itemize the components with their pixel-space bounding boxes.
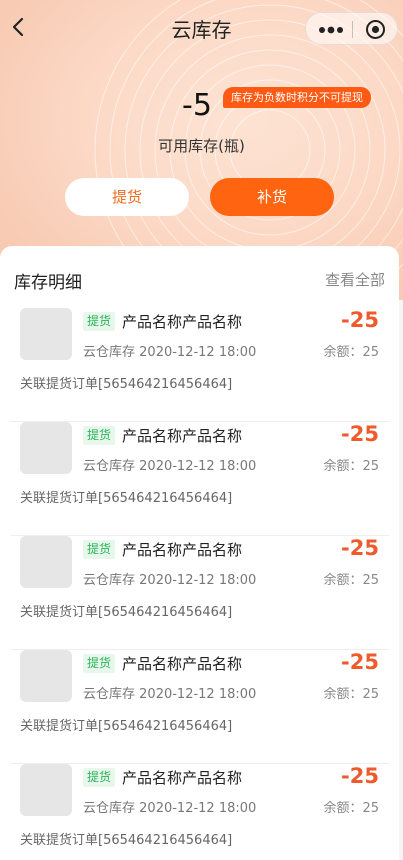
available-stock-label: 可用库存(瓶): [158, 137, 245, 155]
product-thumbnail: [20, 536, 72, 588]
record-amount: -25: [341, 422, 379, 446]
more-dots-icon[interactable]: [318, 22, 344, 36]
navigation-bar: 云库存: [0, 0, 403, 54]
record-time: 2020-12-12 18:00: [139, 459, 257, 474]
type-tag: 提货: [83, 312, 116, 331]
record-balance: 余额：25: [323, 683, 379, 702]
record-source: 云仓库存: [83, 459, 136, 474]
product-name: 产品名称产品名称: [122, 655, 243, 673]
balance-label: 余额：: [323, 687, 363, 702]
record-source: 云仓库存: [83, 573, 136, 588]
list-item[interactable]: 提货 产品名称产品名称 云仓库存 2020-12-12 18:00 -25 余额…: [10, 422, 389, 536]
balance-label: 余额：: [323, 801, 363, 816]
balance-value: 25: [362, 801, 379, 816]
product-thumbnail: [20, 764, 72, 816]
available-stock-value: -5: [182, 88, 212, 123]
product-thumbnail: [20, 308, 72, 360]
record-source: 云仓库存: [83, 801, 136, 816]
type-tag: 提货: [83, 540, 116, 559]
record-amount: -25: [341, 308, 379, 332]
linked-order: 关联提货订单[565464216456464]: [20, 833, 233, 848]
product-name: 产品名称产品名称: [122, 427, 243, 445]
record-source: 云仓库存: [83, 687, 136, 702]
type-tag: 提货: [83, 426, 116, 445]
linked-order: 关联提货订单[565464216456464]: [20, 605, 233, 620]
record-meta: 云仓库存 2020-12-12 18:00: [83, 341, 256, 360]
balance-value: 25: [362, 345, 379, 360]
list-item[interactable]: 提货 产品名称产品名称 云仓库存 2020-12-12 18:00 -25 余额…: [10, 308, 389, 422]
negative-stock-tip: 库存为负数时积分不可提现: [223, 87, 371, 108]
capsule-divider: [352, 21, 353, 38]
balance-value: 25: [362, 459, 379, 474]
record-meta: 云仓库存 2020-12-12 18:00: [83, 683, 256, 702]
details-title: 库存明细: [14, 273, 82, 293]
record-meta: 云仓库存 2020-12-12 18:00: [83, 797, 256, 816]
record-meta: 云仓库存 2020-12-12 18:00: [83, 455, 256, 474]
record-time: 2020-12-12 18:00: [139, 801, 257, 816]
type-tag: 提货: [83, 768, 116, 787]
record-meta: 云仓库存 2020-12-12 18:00: [83, 569, 256, 588]
linked-order: 关联提货订单[565464216456464]: [20, 377, 233, 392]
product-name: 产品名称产品名称: [122, 541, 243, 559]
balance-value: 25: [362, 573, 379, 588]
product-thumbnail: [20, 422, 72, 474]
list-item[interactable]: 提货 产品名称产品名称 云仓库存 2020-12-12 18:00 -25 余额…: [10, 536, 389, 650]
record-balance: 余额：25: [323, 569, 379, 588]
linked-order: 关联提货订单[565464216456464]: [20, 491, 233, 506]
balance-label: 余额：: [323, 345, 363, 360]
record-amount: -25: [341, 764, 379, 788]
stock-details-card: 库存明细 查看全部 提货 产品名称产品名称 云仓库存 2020-12-12 18…: [0, 246, 399, 860]
record-amount: -25: [341, 536, 379, 560]
balance-value: 25: [362, 687, 379, 702]
record-time: 2020-12-12 18:00: [139, 345, 257, 360]
record-amount: -25: [341, 650, 379, 674]
record-balance: 余额：25: [323, 455, 379, 474]
record-time: 2020-12-12 18:00: [139, 687, 257, 702]
view-all-link[interactable]: 查看全部: [325, 269, 385, 290]
list-item[interactable]: 提货 产品名称产品名称 云仓库存 2020-12-12 18:00 -25 余额…: [10, 650, 389, 764]
balance-label: 余额：: [323, 573, 363, 588]
linked-order: 关联提货订单[565464216456464]: [20, 719, 233, 734]
record-time: 2020-12-12 18:00: [139, 573, 257, 588]
target-icon[interactable]: [365, 19, 386, 40]
product-thumbnail: [20, 650, 72, 702]
pickup-button[interactable]: 提货: [65, 178, 189, 216]
mini-program-capsule: [305, 12, 398, 45]
list-item[interactable]: 提货 产品名称产品名称 云仓库存 2020-12-12 18:00 -25 余额…: [10, 764, 389, 860]
balance-label: 余额：: [323, 459, 363, 474]
record-source: 云仓库存: [83, 345, 136, 360]
record-balance: 余额：25: [323, 797, 379, 816]
restock-button[interactable]: 补货: [210, 178, 334, 216]
type-tag: 提货: [83, 654, 116, 673]
record-balance: 余额：25: [323, 341, 379, 360]
product-name: 产品名称产品名称: [122, 769, 243, 787]
product-name: 产品名称产品名称: [122, 313, 243, 331]
